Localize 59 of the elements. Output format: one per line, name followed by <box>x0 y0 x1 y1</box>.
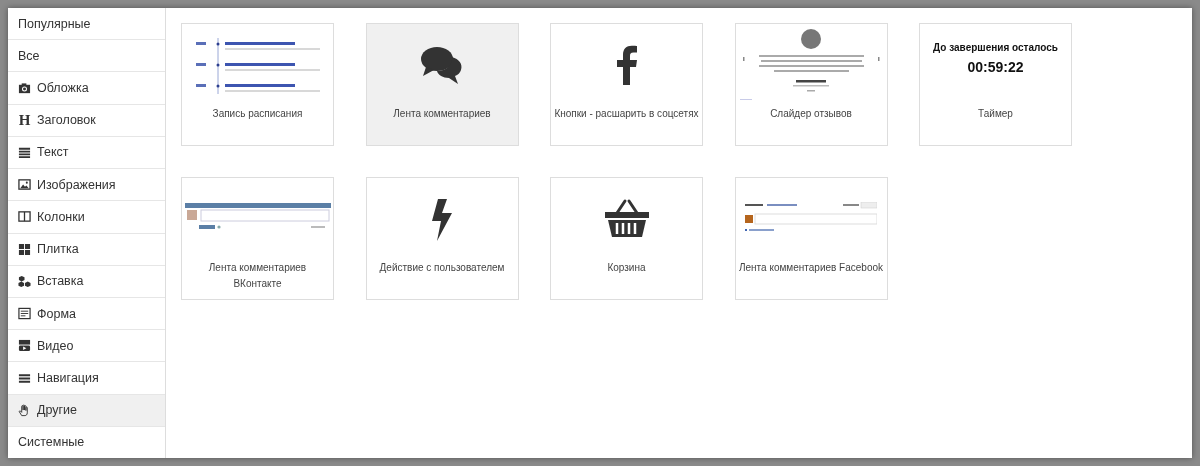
menu-icon <box>18 371 31 385</box>
block-label: Лента комментариев Facebook <box>737 261 885 275</box>
category-label: Плитка <box>37 242 79 257</box>
category-item[interactable]: H Заголовок <box>8 104 165 137</box>
block-card[interactable]: Запись расписания <box>181 23 334 146</box>
camera-icon <box>18 81 31 95</box>
category-label: Заголовок <box>37 113 96 128</box>
block-card[interactable]: Корзина <box>550 177 703 300</box>
category-item[interactable]: Плитка <box>8 233 165 266</box>
category-label: Навигация <box>37 371 99 385</box>
category-label: Вставка <box>37 274 84 289</box>
block-label: Лента комментариев ВКонтакте <box>207 261 308 291</box>
category-label: Все <box>18 48 40 63</box>
block-card[interactable]: Кнопки - расшарить в соцсетях <box>550 23 703 146</box>
category-item[interactable]: Навигация <box>8 362 165 395</box>
category-label: Другие <box>37 403 78 418</box>
hand-icon <box>18 403 31 417</box>
block-label: Запись расписания <box>211 107 304 121</box>
columns-icon <box>18 210 31 224</box>
block-card[interactable]: Действие с пользователем <box>365 177 519 300</box>
category-item[interactable]: Другие <box>8 394 165 427</box>
category-item[interactable]: Вставка <box>8 265 165 298</box>
category-label: Обложка <box>37 81 89 96</box>
form-icon <box>18 307 31 321</box>
category-label: Популярные <box>18 16 91 31</box>
category-label: Форма <box>37 306 76 321</box>
category-item[interactable]: Популярные <box>8 8 165 41</box>
category-item[interactable]: Обложка <box>8 72 165 105</box>
block-label: Таймер <box>977 107 1014 121</box>
block-card[interactable]: Лента комментариев Facebook <box>734 177 888 300</box>
block-card[interactable]: Лента комментариев <box>365 23 519 146</box>
timer-title: До завершения осталось <box>933 42 1058 53</box>
category-item[interactable]: Системные <box>8 426 165 459</box>
category-label: Видео <box>37 338 74 353</box>
block-card[interactable]: До завершения осталось 00:59:22 Таймер <box>919 23 1072 146</box>
block-label: Кнопки - расшарить в соцсетях <box>553 107 700 121</box>
block-label: Действие с пользователем <box>378 261 506 275</box>
block-label: Корзина <box>606 261 647 275</box>
block-card[interactable]: Слайдер отзывов <box>734 23 888 146</box>
cubes-icon <box>18 274 31 288</box>
category-item[interactable]: Видео <box>8 330 165 363</box>
category-item[interactable]: Колонки <box>8 201 165 234</box>
category-label: Системные <box>18 435 85 450</box>
category-label: Текст <box>37 145 69 160</box>
video-icon <box>18 339 31 353</box>
category-item[interactable]: Изображения <box>8 169 165 202</box>
category-label: Колонки <box>37 209 85 224</box>
tiles-icon <box>18 242 31 256</box>
heading-icon: H <box>18 111 31 129</box>
timer-value: 00:59:22 <box>967 59 1024 75</box>
category-item[interactable]: Форма <box>8 297 165 331</box>
category-item[interactable]: Текст <box>8 136 165 170</box>
category-label: Изображения <box>37 177 116 192</box>
block-label: Лента комментариев <box>392 107 492 121</box>
block-card[interactable]: Лента комментариев ВКонтакте <box>181 177 334 300</box>
category-item[interactable]: Все <box>8 40 165 73</box>
image-icon <box>18 178 31 192</box>
text-lines-icon <box>18 146 31 159</box>
block-label: Слайдер отзывов <box>769 107 853 121</box>
